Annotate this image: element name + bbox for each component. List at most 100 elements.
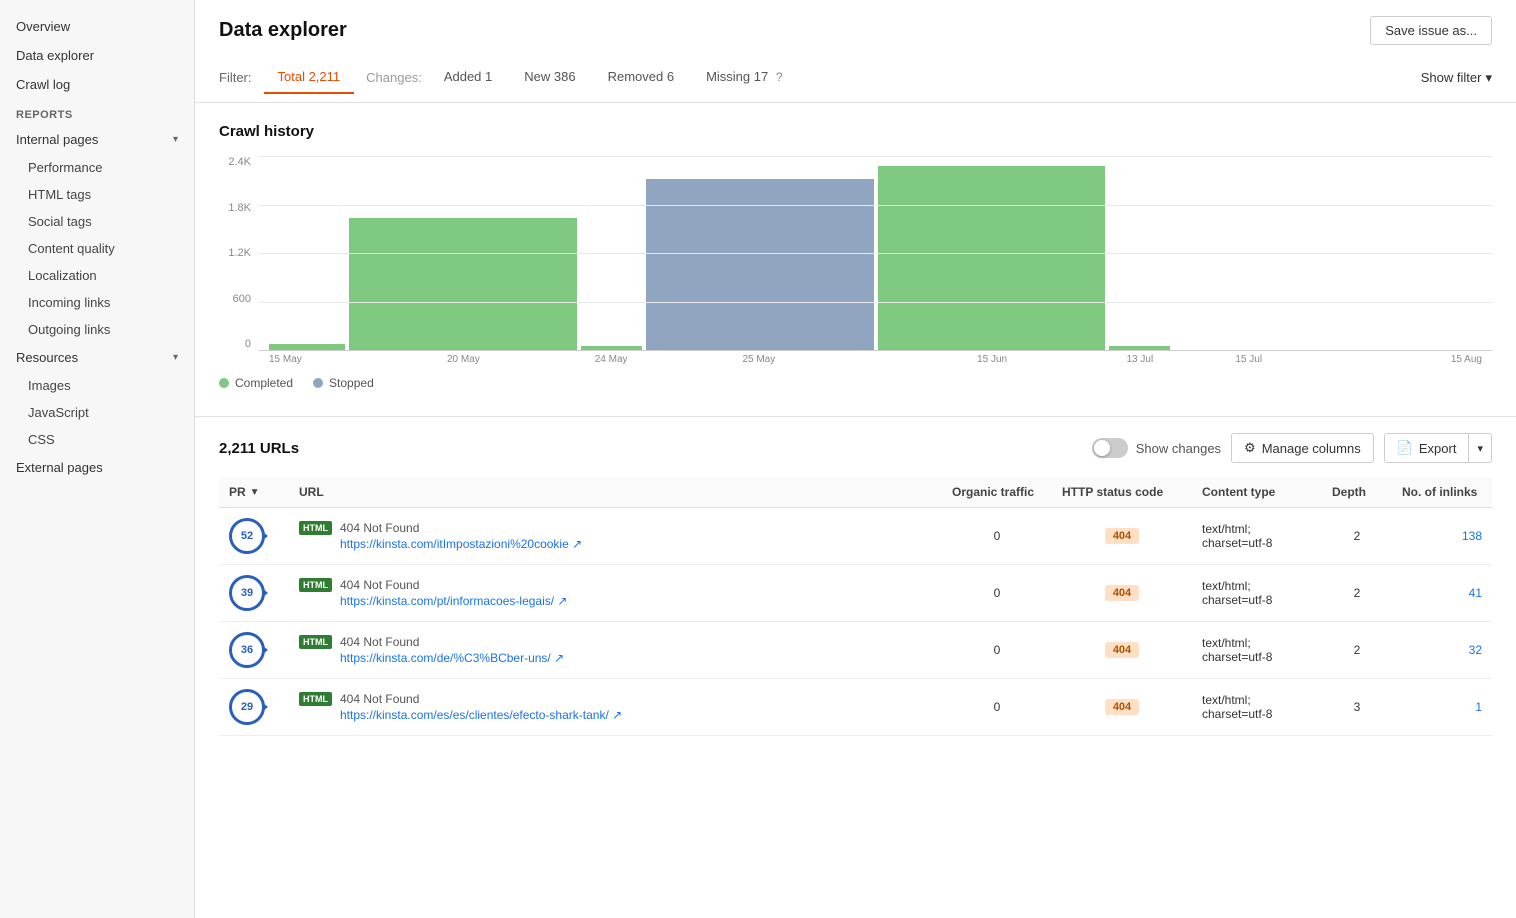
th-url: URL [289, 477, 942, 508]
td-depth-3: 3 [1322, 679, 1392, 736]
x-label-15may: 15 May [269, 354, 347, 366]
td-url-3: HTML 404 Not Found https://kinsta.com/es… [289, 679, 942, 736]
inlinks-count-3[interactable]: 1 [1475, 700, 1482, 714]
pr-badge-0: 52 [229, 518, 265, 554]
table-section: 2,211 URLs Show changes ⚙ Manage columns… [195, 417, 1516, 752]
html-badge-2: HTML [299, 635, 332, 649]
sidebar: Overview Data explorer Crawl log REPORTS… [0, 0, 195, 918]
table-row: 29 HTML 404 Not Found https://kinsta.com… [219, 679, 1492, 736]
sidebar-item-social-tags[interactable]: Social tags [0, 208, 194, 235]
sidebar-item-overview[interactable]: Overview [0, 12, 194, 41]
show-filter-label: Show filter [1421, 70, 1482, 85]
table-count: 2,211 URLs [219, 440, 299, 457]
url-cell-2: 404 Not Found https://kinsta.com/de/%C3%… [340, 635, 564, 665]
toggle-knob [1094, 440, 1110, 456]
export-label: Export [1419, 441, 1457, 456]
sidebar-item-images[interactable]: Images [0, 372, 194, 399]
sidebar-item-html-tags[interactable]: HTML tags [0, 181, 194, 208]
legend-stopped-dot [313, 378, 323, 388]
filter-tab-missing-label: Missing [706, 69, 754, 84]
show-filter-button[interactable]: Show filter ▾ [1421, 70, 1492, 86]
help-icon[interactable]: ? [776, 70, 783, 84]
url-link-3[interactable]: https://kinsta.com/es/es/clientes/efecto… [340, 708, 622, 722]
chevron-down-icon: ▾ [173, 134, 178, 145]
filter-tab-new[interactable]: New 386 [510, 61, 589, 94]
td-traffic-2: 0 [942, 622, 1052, 679]
td-http-1: 404 [1052, 565, 1192, 622]
sidebar-item-content-quality[interactable]: Content quality [0, 235, 194, 262]
td-content-0: text/html; charset=utf-8 [1192, 508, 1322, 565]
status-badge-0: 404 [1105, 528, 1139, 544]
reports-section-label: REPORTS [0, 99, 194, 125]
inlinks-count-0[interactable]: 138 [1462, 529, 1482, 543]
td-inlinks-2: 32 [1392, 622, 1492, 679]
sidebar-item-crawl-log[interactable]: Crawl log [0, 70, 194, 99]
th-depth: Depth [1322, 477, 1392, 508]
filter-bar: Filter: Total 2,211 Changes: Added 1 New… [195, 53, 1516, 103]
table-header: 2,211 URLs Show changes ⚙ Manage columns… [219, 433, 1492, 463]
sidebar-group-resources-label: Resources [16, 350, 78, 365]
export-icon: 📄 [1397, 440, 1413, 456]
chart-container: 2.4K 1.8K 1.2K 600 0 [219, 156, 1492, 396]
th-pr[interactable]: PR ▼ [219, 477, 289, 508]
td-depth-0: 2 [1322, 508, 1392, 565]
show-changes-toggle[interactable] [1092, 438, 1128, 458]
x-label-15jun: 15 Jun [875, 354, 1108, 366]
url-title-2: 404 Not Found [340, 635, 564, 649]
url-link-0[interactable]: https://kinsta.com/itImpostazioni%20cook… [340, 537, 582, 551]
table-row: 39 HTML 404 Not Found https://kinsta.com… [219, 565, 1492, 622]
sidebar-item-data-explorer[interactable]: Data explorer [0, 41, 194, 70]
td-inlinks-3: 1 [1392, 679, 1492, 736]
td-content-2: text/html; charset=utf-8 [1192, 622, 1322, 679]
chart-title: Crawl history [219, 123, 1492, 140]
td-http-3: 404 [1052, 679, 1192, 736]
url-cell-0: 404 Not Found https://kinsta.com/itImpos… [340, 521, 582, 551]
main-header: Data explorer Save issue as... [195, 0, 1516, 53]
export-dropdown-button[interactable]: ▾ [1468, 433, 1492, 463]
filter-tab-total[interactable]: Total 2,211 [264, 61, 355, 94]
td-traffic-0: 0 [942, 508, 1052, 565]
manage-columns-button[interactable]: ⚙ Manage columns [1231, 433, 1374, 463]
table-row: 36 HTML 404 Not Found https://kinsta.com… [219, 622, 1492, 679]
filter-tab-new-label: New [524, 69, 554, 84]
url-link-1[interactable]: https://kinsta.com/pt/informacoes-legais… [340, 594, 567, 608]
y-label-1800: 1.8K [228, 202, 251, 214]
chevron-down-icon-filter: ▾ [1485, 70, 1492, 86]
gear-icon: ⚙ [1244, 440, 1256, 456]
chart-legend: Completed Stopped [219, 376, 1492, 390]
pr-badge-1: 39 [229, 575, 265, 611]
sidebar-item-localization[interactable]: Localization [0, 262, 194, 289]
sidebar-item-performance[interactable]: Performance [0, 154, 194, 181]
x-label-15aug: 15 Aug [1326, 354, 1482, 366]
filter-separator: Changes: [366, 70, 422, 85]
url-link-2[interactable]: https://kinsta.com/de/%C3%BCber-uns/ ↗ [340, 651, 564, 665]
filter-tab-added-label: Added [444, 69, 485, 84]
td-url-0: HTML 404 Not Found https://kinsta.com/it… [289, 508, 942, 565]
sidebar-item-javascript[interactable]: JavaScript [0, 399, 194, 426]
td-pr-3: 29 [219, 679, 289, 736]
y-label-600: 600 [233, 293, 251, 305]
td-depth-2: 2 [1322, 622, 1392, 679]
sidebar-item-external-pages[interactable]: External pages [0, 453, 194, 482]
sidebar-group-internal-pages[interactable]: Internal pages ▾ [0, 125, 194, 154]
sidebar-group-resources[interactable]: Resources ▾ [0, 343, 194, 372]
td-http-2: 404 [1052, 622, 1192, 679]
save-issue-button[interactable]: Save issue as... [1370, 16, 1492, 45]
data-table: PR ▼ URL Organic traffic HTTP status cod… [219, 477, 1492, 736]
chart-section: Crawl history 2.4K 1.8K 1.2K 600 0 [195, 103, 1516, 417]
inlinks-count-2[interactable]: 32 [1469, 643, 1482, 657]
filter-tab-added[interactable]: Added 1 [430, 61, 506, 94]
chevron-down-icon-2: ▾ [173, 352, 178, 363]
filter-tab-missing[interactable]: Missing 17 ? [692, 61, 796, 94]
inlinks-count-1[interactable]: 41 [1469, 586, 1482, 600]
main-content: Data explorer Save issue as... Filter: T… [195, 0, 1516, 918]
export-button[interactable]: 📄 Export [1384, 433, 1469, 463]
filter-tab-removed[interactable]: Removed 6 [594, 61, 688, 94]
sidebar-item-css[interactable]: CSS [0, 426, 194, 453]
td-http-0: 404 [1052, 508, 1192, 565]
sidebar-item-outgoing-links[interactable]: Outgoing links [0, 316, 194, 343]
filter-tab-removed-count: 6 [667, 69, 674, 84]
y-label-2400: 2.4K [228, 156, 251, 168]
td-pr-2: 36 [219, 622, 289, 679]
sidebar-item-incoming-links[interactable]: Incoming links [0, 289, 194, 316]
